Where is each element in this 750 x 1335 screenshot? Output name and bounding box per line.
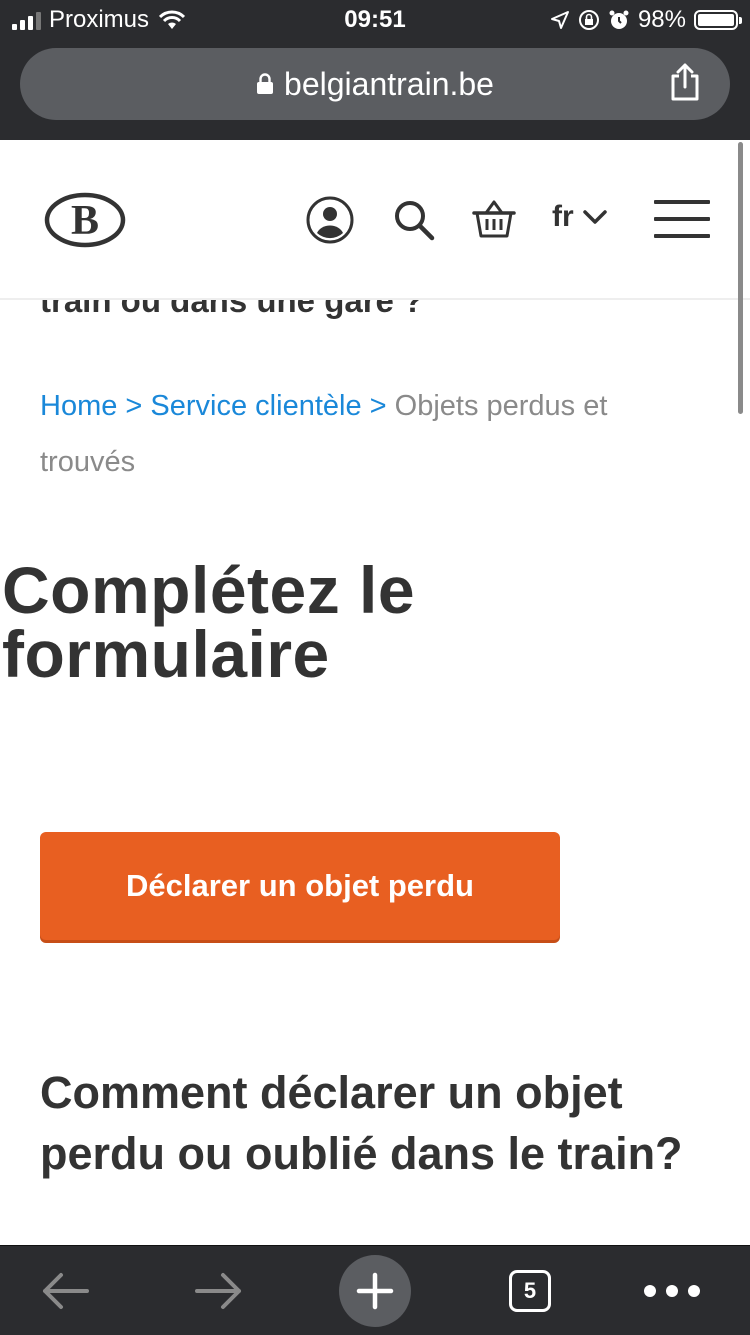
lock-icon <box>257 72 274 94</box>
more-icon <box>644 1284 700 1297</box>
breadcrumb-separator: > <box>125 390 143 422</box>
url-display[interactable]: belgiantrain.be <box>20 66 730 103</box>
back-button[interactable] <box>30 1246 100 1335</box>
location-icon <box>550 11 569 29</box>
status-right: 98% <box>550 6 742 34</box>
new-tab-circle <box>339 1254 411 1327</box>
tabs-button[interactable]: 5 <box>508 1246 552 1335</box>
chevron-down-icon <box>582 210 607 224</box>
tabs-icon: 5 <box>509 1269 551 1312</box>
plus-icon <box>356 1272 394 1309</box>
sncb-logo[interactable]: B <box>44 192 126 248</box>
address-bar[interactable]: belgiantrain.be <box>20 48 730 120</box>
section-heading: Comment déclarer un objet perdu ou oubli… <box>40 1067 683 1179</box>
forward-icon <box>195 1272 241 1309</box>
basket-icon[interactable] <box>472 198 516 240</box>
back-icon <box>43 1272 89 1309</box>
share-icon[interactable] <box>668 62 702 102</box>
orientation-lock-icon <box>578 10 599 30</box>
battery-percent: 98% <box>637 6 686 33</box>
url-text: belgiantrain.be <box>284 66 494 102</box>
new-tab-button[interactable] <box>339 1246 411 1335</box>
forward-button[interactable] <box>184 1246 254 1335</box>
menu-icon[interactable] <box>654 200 710 240</box>
page-scrollbar[interactable] <box>738 142 743 414</box>
alarm-icon <box>609 10 629 29</box>
site-header: B fr <box>0 140 750 300</box>
status-bar: Proximus 09:51 98% <box>0 0 750 42</box>
page-title: Complétez le formulaire <box>2 553 416 691</box>
search-icon[interactable] <box>392 198 436 242</box>
more-button[interactable] <box>640 1246 704 1335</box>
breadcrumb-separator: > <box>369 390 387 422</box>
declare-lost-item-button[interactable]: Déclarer un objet perdu <box>40 832 560 940</box>
breadcrumb: Home > Service clientèle > Objets perdus… <box>40 378 700 490</box>
language-selector[interactable]: fr <box>552 200 608 234</box>
battery-icon <box>694 10 742 30</box>
logo-letter: B <box>71 198 99 244</box>
language-label: fr <box>552 200 574 233</box>
browser-toolbar: 5 <box>0 1245 750 1335</box>
breadcrumb-service[interactable]: Service clientèle <box>150 390 361 422</box>
breadcrumb-home[interactable]: Home <box>40 390 117 422</box>
browser-chrome: Proximus 09:51 98% belgiantrain.be <box>0 0 750 140</box>
user-icon[interactable] <box>306 196 354 244</box>
